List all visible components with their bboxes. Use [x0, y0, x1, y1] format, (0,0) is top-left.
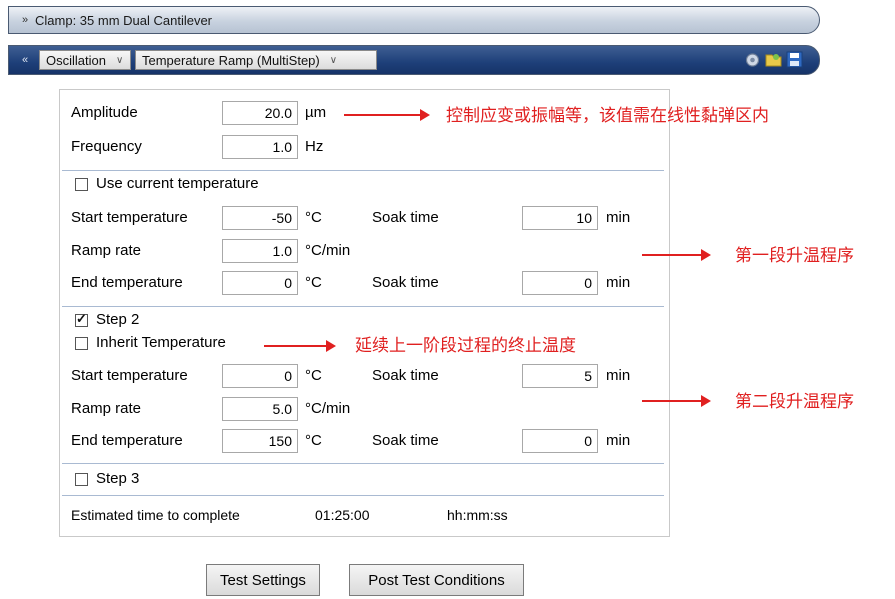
step1-soak-time-unit: min — [606, 209, 631, 226]
step1-start-temperature-unit: °C — [305, 209, 322, 226]
separator — [62, 170, 664, 171]
collapse-chevron-icon[interactable]: « — [15, 54, 35, 66]
clamp-title: Clamp: 35 mm Dual Cantilever — [35, 12, 213, 28]
estimated-time-format: hh:mm:ss — [447, 507, 508, 523]
step1-ramp-rate-unit: °C/min — [305, 242, 351, 259]
step1-end-temperature-unit: °C — [305, 274, 322, 291]
test-type-dropdown-value: Temperature Ramp (MultiStep) — [142, 52, 320, 68]
step1-ramp-rate-input[interactable]: 1.0 — [222, 239, 298, 263]
clamp-title-bar[interactable]: » Clamp: 35 mm Dual Cantilever — [8, 6, 820, 34]
step2-soak-time-input[interactable]: 5 — [522, 364, 598, 388]
step2-soak-time-unit: min — [606, 367, 631, 384]
inherit-temperature-label: Inherit Temperature — [96, 334, 226, 351]
step1-ramp-rate-label: Ramp rate — [71, 242, 142, 259]
toolbar-icons — [744, 51, 803, 68]
step1-end-soak-time-unit: min — [606, 274, 631, 291]
step2-ramp-rate-unit: °C/min — [305, 400, 351, 417]
save-icon[interactable] — [786, 51, 803, 68]
chevron-down-icon: ∨ — [329, 54, 338, 66]
amplitude-unit: µm — [305, 104, 327, 121]
step2-start-temperature-unit: °C — [305, 367, 322, 384]
step1-end-soak-time-label: Soak time — [372, 274, 439, 291]
inherit-annotation: 延续上一阶段过程的终止温度 — [355, 336, 576, 356]
use-current-temperature-label: Use current temperature — [96, 175, 259, 192]
inherit-arrow — [264, 340, 336, 352]
step2-end-temperature-label: End temperature — [71, 432, 183, 449]
step2-end-temperature-unit: °C — [305, 432, 322, 449]
step2-start-temperature-input[interactable]: 0 — [222, 364, 298, 388]
step1-end-soak-time-input[interactable]: 0 — [522, 271, 598, 295]
amplitude-input[interactable]: 20.0 — [222, 101, 298, 125]
open-folder-icon[interactable] — [765, 51, 782, 68]
estimated-time-label: Estimated time to complete — [71, 507, 240, 523]
step1-end-temperature-label: End temperature — [71, 274, 183, 291]
mode-dropdown[interactable]: Oscillation ∨ — [39, 50, 131, 70]
procedure-panel — [59, 89, 670, 537]
test-type-dropdown[interactable]: Temperature Ramp (MultiStep) ∨ — [135, 50, 377, 70]
separator — [62, 495, 664, 496]
step2-end-soak-time-unit: min — [606, 432, 631, 449]
step1-soak-time-label: Soak time — [372, 209, 439, 226]
step2-arrow — [642, 395, 711, 407]
step3-checkbox[interactable] — [75, 473, 88, 486]
settings-wizard-icon[interactable] — [744, 51, 761, 68]
step2-ramp-rate-input[interactable]: 5.0 — [222, 397, 298, 421]
mode-dropdown-value: Oscillation — [46, 52, 106, 68]
amplitude-arrow — [344, 109, 430, 121]
separator — [62, 463, 664, 464]
amplitude-annotation: 控制应变或振幅等，该值需在线性黏弹区内 — [446, 106, 769, 126]
step1-start-temperature-label: Start temperature — [71, 209, 188, 226]
step3-label: Step 3 — [96, 470, 140, 487]
step2-end-soak-time-input[interactable]: 0 — [522, 429, 598, 453]
frequency-input[interactable]: 1.0 — [222, 135, 298, 159]
procedure-bar: « Oscillation ∨ Temperature Ramp (MultiS… — [8, 45, 820, 75]
step1-soak-time-input[interactable]: 10 — [522, 206, 598, 230]
step1-annotation: 第一段升温程序 — [735, 246, 854, 266]
test-settings-button[interactable]: Test Settings — [206, 564, 320, 596]
expand-chevron-icon[interactable]: » — [15, 14, 35, 26]
step2-start-temperature-label: Start temperature — [71, 367, 188, 384]
chevron-down-icon: ∨ — [115, 54, 124, 66]
estimated-time-value: 01:25:00 — [315, 507, 370, 523]
frequency-label: Frequency — [71, 138, 142, 155]
step2-label: Step 2 — [96, 311, 140, 328]
inherit-temperature-checkbox[interactable] — [75, 337, 88, 350]
step1-end-temperature-input[interactable]: 0 — [222, 271, 298, 295]
step2-soak-time-label: Soak time — [372, 367, 439, 384]
step2-ramp-rate-label: Ramp rate — [71, 400, 142, 417]
amplitude-label: Amplitude — [71, 104, 138, 121]
step2-end-soak-time-label: Soak time — [372, 432, 439, 449]
post-test-conditions-button[interactable]: Post Test Conditions — [349, 564, 524, 596]
step1-start-temperature-input[interactable]: -50 — [222, 206, 298, 230]
step2-checkbox[interactable] — [75, 311, 88, 327]
step1-arrow — [642, 249, 711, 261]
step2-end-temperature-input[interactable]: 150 — [222, 429, 298, 453]
separator — [62, 306, 664, 307]
use-current-temperature-checkbox[interactable] — [75, 178, 88, 191]
frequency-unit: Hz — [305, 138, 324, 155]
step2-annotation: 第二段升温程序 — [735, 392, 854, 412]
